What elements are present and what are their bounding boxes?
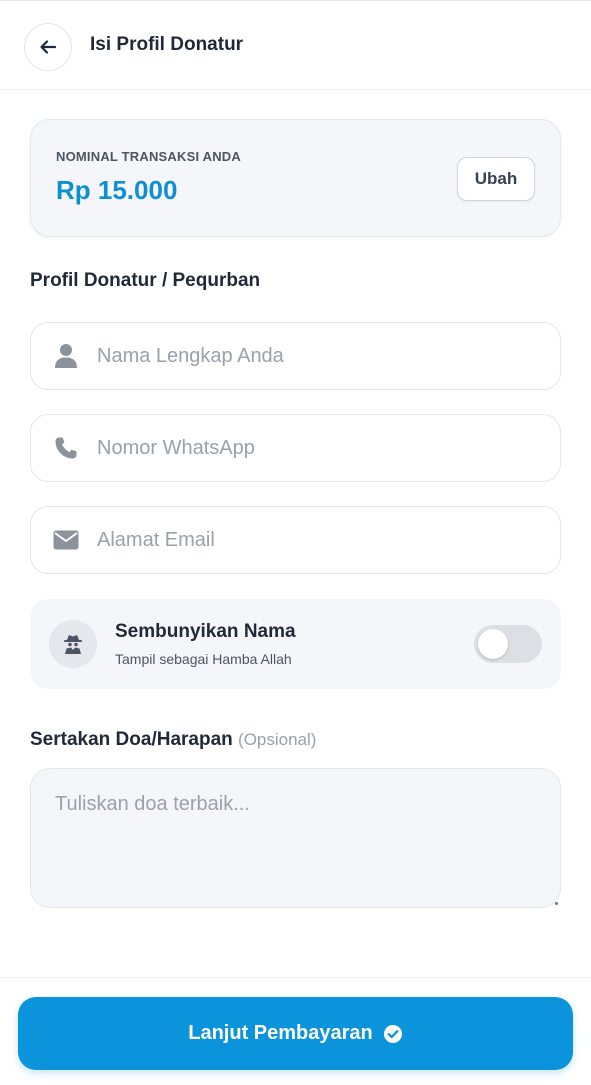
user-secret-icon xyxy=(49,620,97,668)
submit-label: Lanjut Pembayaran xyxy=(188,1022,373,1044)
back-button[interactable] xyxy=(24,23,72,71)
hide-name-toggle[interactable] xyxy=(474,625,542,663)
hide-name-card: Sembunyikan Nama Tampil sebagai Hamba Al… xyxy=(30,599,561,689)
donor-profile-page: Isi Profil Donatur NOMINAL TRANSAKSI AND… xyxy=(0,0,591,1085)
phone-icon xyxy=(53,435,79,461)
check-circle-icon xyxy=(383,1024,403,1044)
email-field xyxy=(30,506,561,574)
top-bar: Isi Profil Donatur xyxy=(0,0,591,90)
email-input[interactable] xyxy=(97,507,537,573)
footer-bar: Lanjut Pembayaran xyxy=(0,977,591,1085)
nominal-card: NOMINAL TRANSAKSI ANDA Rp 15.000 Ubah xyxy=(30,119,561,237)
doa-title-text: Sertakan Doa/Harapan xyxy=(30,729,233,750)
nominal-label: NOMINAL TRANSAKSI ANDA xyxy=(56,149,241,164)
nominal-amount: Rp 15.000 xyxy=(56,175,178,205)
profile-section-title: Profil Donatur / Pequrban xyxy=(30,270,261,291)
phone-input[interactable] xyxy=(97,415,537,481)
doa-textarea[interactable] xyxy=(55,793,535,893)
arrow-left-icon xyxy=(38,37,58,57)
change-amount-button[interactable]: Ubah xyxy=(457,157,535,201)
resize-handle[interactable] xyxy=(555,902,558,905)
doa-optional-label: (Opsional) xyxy=(238,730,317,749)
doa-title: Sertakan Doa/Harapan (Opsional) xyxy=(30,729,316,751)
doa-box xyxy=(30,768,561,908)
envelope-icon xyxy=(53,527,79,553)
hide-name-subtitle: Tampil sebagai Hamba Allah xyxy=(115,651,292,667)
hide-name-title: Sembunyikan Nama xyxy=(115,621,296,642)
toggle-knob xyxy=(478,629,508,659)
name-field xyxy=(30,322,561,390)
phone-field xyxy=(30,414,561,482)
user-icon xyxy=(53,343,79,369)
continue-payment-button[interactable]: Lanjut Pembayaran xyxy=(18,997,573,1070)
name-input[interactable] xyxy=(97,323,537,389)
page-title: Isi Profil Donatur xyxy=(90,34,244,55)
